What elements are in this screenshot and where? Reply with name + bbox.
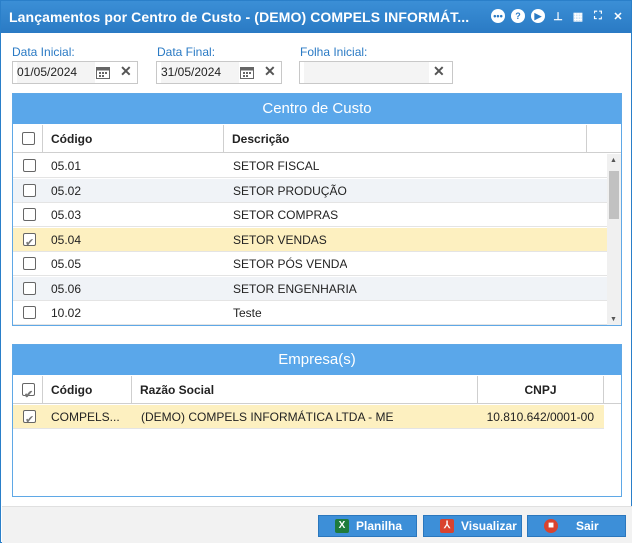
empresas-header: Código Razão Social CNPJ	[13, 376, 621, 409]
empresas-title: Empresa(s)	[13, 345, 621, 375]
select-all-checkbox[interactable]	[22, 132, 35, 145]
empresas-panel: Empresa(s) Código Razão Social CNPJ COMP…	[12, 344, 622, 497]
cell-codigo: 05.02	[51, 183, 82, 198]
cell-descricao: SETOR PRODUÇÃO	[233, 183, 347, 198]
scrollbar-thumb[interactable]	[609, 171, 619, 219]
folha-inicial-field[interactable]: ✕	[299, 61, 453, 84]
data-final-label: Data Final:	[157, 45, 216, 59]
data-inicial-value[interactable]: 01/05/2024	[17, 62, 95, 83]
scroll-down-icon[interactable]: ▼	[610, 316, 617, 323]
cell-descricao: SETOR COMPRAS	[233, 208, 339, 222]
table-row[interactable]: 05.02 SETOR PRODUÇÃO	[13, 178, 607, 203]
sair-button[interactable]: ■ Sair	[527, 515, 626, 537]
cell-descricao: Teste	[233, 306, 262, 320]
folha-inicial-value[interactable]	[304, 62, 429, 83]
cell-codigo: COMPELS...	[51, 410, 120, 424]
calendar-icon[interactable]: ▦	[571, 9, 585, 23]
centro-custo-scrollbar[interactable]: ▲ ▼	[607, 154, 621, 325]
row-checkbox[interactable]	[23, 257, 36, 270]
row-checkbox[interactable]	[23, 231, 36, 255]
data-final-value[interactable]: 31/05/2024	[161, 62, 239, 83]
title-bar-icons: ••• ? ▶ ⊥ ▦ ⛶ ✕	[491, 9, 625, 23]
fullscreen-icon[interactable]: ⛶	[591, 9, 605, 23]
cell-descricao: SETOR FISCAL	[233, 159, 320, 173]
table-row[interactable]: 05.03 SETOR COMPRAS	[13, 203, 607, 227]
visualizar-label: Visualizar	[461, 519, 517, 533]
col-cnpj[interactable]: CNPJ	[478, 376, 604, 404]
data-final-field[interactable]: 31/05/2024 ✕	[156, 61, 282, 84]
planilha-label: Planilha	[356, 519, 403, 533]
cell-codigo: 05.05	[51, 257, 82, 271]
folha-inicial-label: Folha Inicial:	[300, 45, 368, 59]
title-bar[interactable]: Lançamentos por Centro de Custo - (DEMO)…	[1, 1, 631, 33]
centro-custo-header: Código Descrição	[13, 125, 621, 153]
calendar-icon[interactable]	[240, 66, 254, 79]
close-icon[interactable]: ✕	[611, 9, 625, 23]
cell-codigo: 05.03	[51, 208, 82, 222]
exit-icon: ■	[544, 519, 558, 533]
select-all-checkbox[interactable]	[22, 381, 35, 409]
row-checkbox[interactable]	[23, 183, 36, 197]
centro-custo-panel: Centro de Custo Código Descrição 05.01 SE…	[12, 93, 622, 326]
cell-descricao: SETOR PÓS VENDA	[233, 257, 348, 271]
chat-icon[interactable]: •••	[491, 9, 505, 23]
cell-descricao: SETOR ENGENHARIA	[233, 281, 357, 296]
col-descricao[interactable]: Descrição	[224, 125, 587, 153]
row-checkbox[interactable]	[23, 306, 36, 319]
select-all-cell	[13, 376, 43, 409]
dialog-window: Lançamentos por Centro de Custo - (DEMO)…	[0, 0, 632, 543]
row-checkbox[interactable]	[23, 208, 36, 221]
stamp-icon[interactable]: ⊥	[551, 9, 565, 23]
scroll-up-icon[interactable]: ▲	[610, 157, 617, 164]
clear-icon[interactable]: ✕	[120, 63, 132, 80]
col-codigo[interactable]: Código	[43, 376, 132, 404]
col-razao-social[interactable]: Razão Social	[132, 376, 478, 404]
excel-icon: X	[335, 519, 349, 533]
cell-razao-social: (DEMO) COMPELS INFORMÁTICA LTDA - ME	[141, 410, 394, 424]
clear-icon[interactable]: ✕	[433, 63, 445, 80]
clear-icon[interactable]: ✕	[264, 63, 276, 80]
table-row[interactable]: 05.06 SETOR ENGENHARIA	[13, 276, 607, 301]
col-codigo[interactable]: Código	[43, 125, 224, 153]
sair-label: Sair	[576, 519, 599, 533]
table-row[interactable]: 05.01 SETOR FISCAL	[13, 154, 607, 178]
cell-codigo: 10.02	[51, 306, 82, 320]
play-icon[interactable]: ▶	[531, 9, 545, 23]
pdf-icon: ⅄	[440, 519, 454, 533]
help-icon[interactable]: ?	[511, 9, 525, 23]
planilha-button[interactable]: X Planilha	[318, 515, 417, 537]
row-checkbox[interactable]	[23, 408, 36, 432]
select-all-cell	[13, 125, 43, 153]
cell-cnpj: 10.810.642/0001-00	[486, 410, 594, 424]
table-row[interactable]: 10.02 Teste	[13, 301, 607, 325]
cell-codigo: 05.04	[51, 232, 82, 247]
table-row[interactable]: 05.04 SETOR VENDAS	[13, 227, 607, 255]
row-checkbox[interactable]	[23, 281, 36, 295]
table-row[interactable]: 05.05 SETOR PÓS VENDA	[13, 252, 607, 276]
visualizar-button[interactable]: ⅄ Visualizar	[423, 515, 522, 537]
table-row[interactable]: COMPELS... (DEMO) COMPELS INFORMÁTICA LTD…	[13, 405, 604, 432]
cell-codigo: 05.06	[51, 281, 82, 296]
data-inicial-label: Data Inicial:	[12, 45, 75, 59]
row-checkbox[interactable]	[23, 159, 36, 172]
cell-codigo: 05.01	[51, 159, 82, 173]
cell-descricao: SETOR VENDAS	[233, 232, 327, 247]
calendar-icon[interactable]	[96, 66, 110, 79]
centro-custo-title: Centro de Custo	[13, 94, 621, 124]
footer-bar: X Planilha ⅄ Visualizar ■ Sair	[2, 506, 632, 543]
window-title: Lançamentos por Centro de Custo - (DEMO)…	[9, 9, 470, 25]
data-inicial-field[interactable]: 01/05/2024 ✕	[12, 61, 138, 84]
